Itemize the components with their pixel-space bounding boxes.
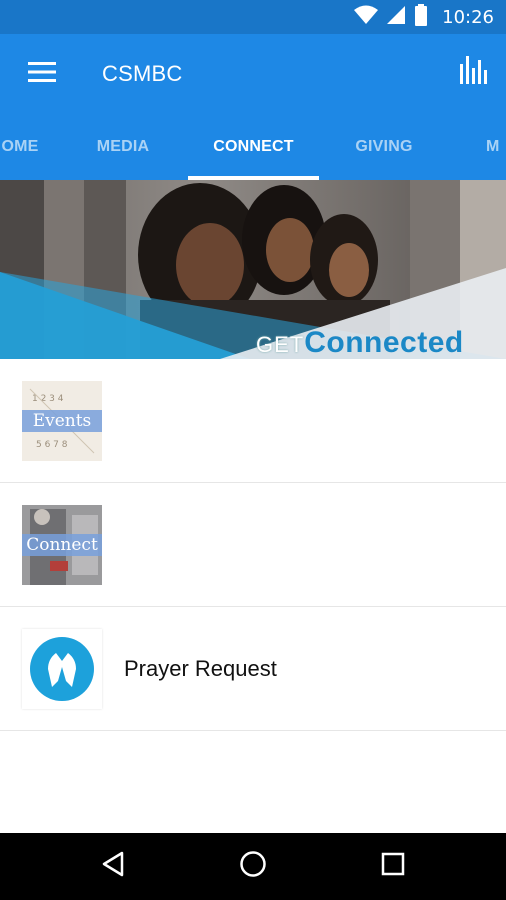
praying-hands-icon (22, 637, 102, 709)
recents-icon (381, 852, 405, 881)
home-button[interactable] (218, 833, 288, 900)
battery-icon (414, 3, 428, 31)
banner-text-main: Connected (304, 326, 464, 359)
list-item-prayer-request[interactable]: Prayer Request (0, 607, 506, 731)
tab-more[interactable]: M (486, 116, 506, 180)
home-icon (239, 850, 267, 883)
connect-thumbnail: Connect (22, 505, 102, 585)
menu-button[interactable] (22, 56, 62, 92)
svg-text:5 6 7 8: 5 6 7 8 (36, 440, 68, 450)
tab-connect[interactable]: CONNECT (188, 116, 319, 180)
status-icons: 10:26 (354, 0, 494, 34)
events-thumbnail: 1 2 3 4 5 6 7 8 Events (22, 381, 102, 461)
clock: 10:26 (442, 6, 494, 28)
app-title: CSMBC (102, 61, 183, 86)
back-icon (101, 851, 125, 882)
menu-icon (28, 61, 56, 88)
banner-caption: GETConnected (256, 326, 464, 359)
recents-button[interactable] (358, 833, 428, 900)
tab-giving[interactable]: GIVING (337, 116, 431, 180)
app-bar: CSMBC (0, 34, 506, 116)
back-button[interactable] (78, 833, 148, 900)
tab-home[interactable]: OME (0, 116, 50, 180)
tab-media[interactable]: MEDIA (76, 116, 170, 180)
signal-icon (386, 5, 406, 30)
list-item-label: Prayer Request (124, 656, 277, 681)
status-bar: 10:26 (0, 0, 506, 34)
connect-banner: GETConnected (0, 180, 506, 359)
list-item-connect[interactable]: Connect (0, 483, 506, 607)
tab-bar: OME MEDIA CONNECT GIVING M (0, 116, 506, 180)
prayer-request-thumbnail (22, 629, 102, 709)
banner-text-prefix: GET (256, 332, 305, 357)
stats-button[interactable] (456, 54, 490, 90)
list-item-events[interactable]: 1 2 3 4 5 6 7 8 Events (0, 359, 506, 483)
thumb-caption-events: Events (22, 410, 102, 432)
thumb-caption-connect: Connect (22, 534, 102, 556)
system-nav-bar (0, 833, 506, 900)
wifi-icon (354, 5, 379, 30)
bar-chart-icon (459, 55, 487, 89)
